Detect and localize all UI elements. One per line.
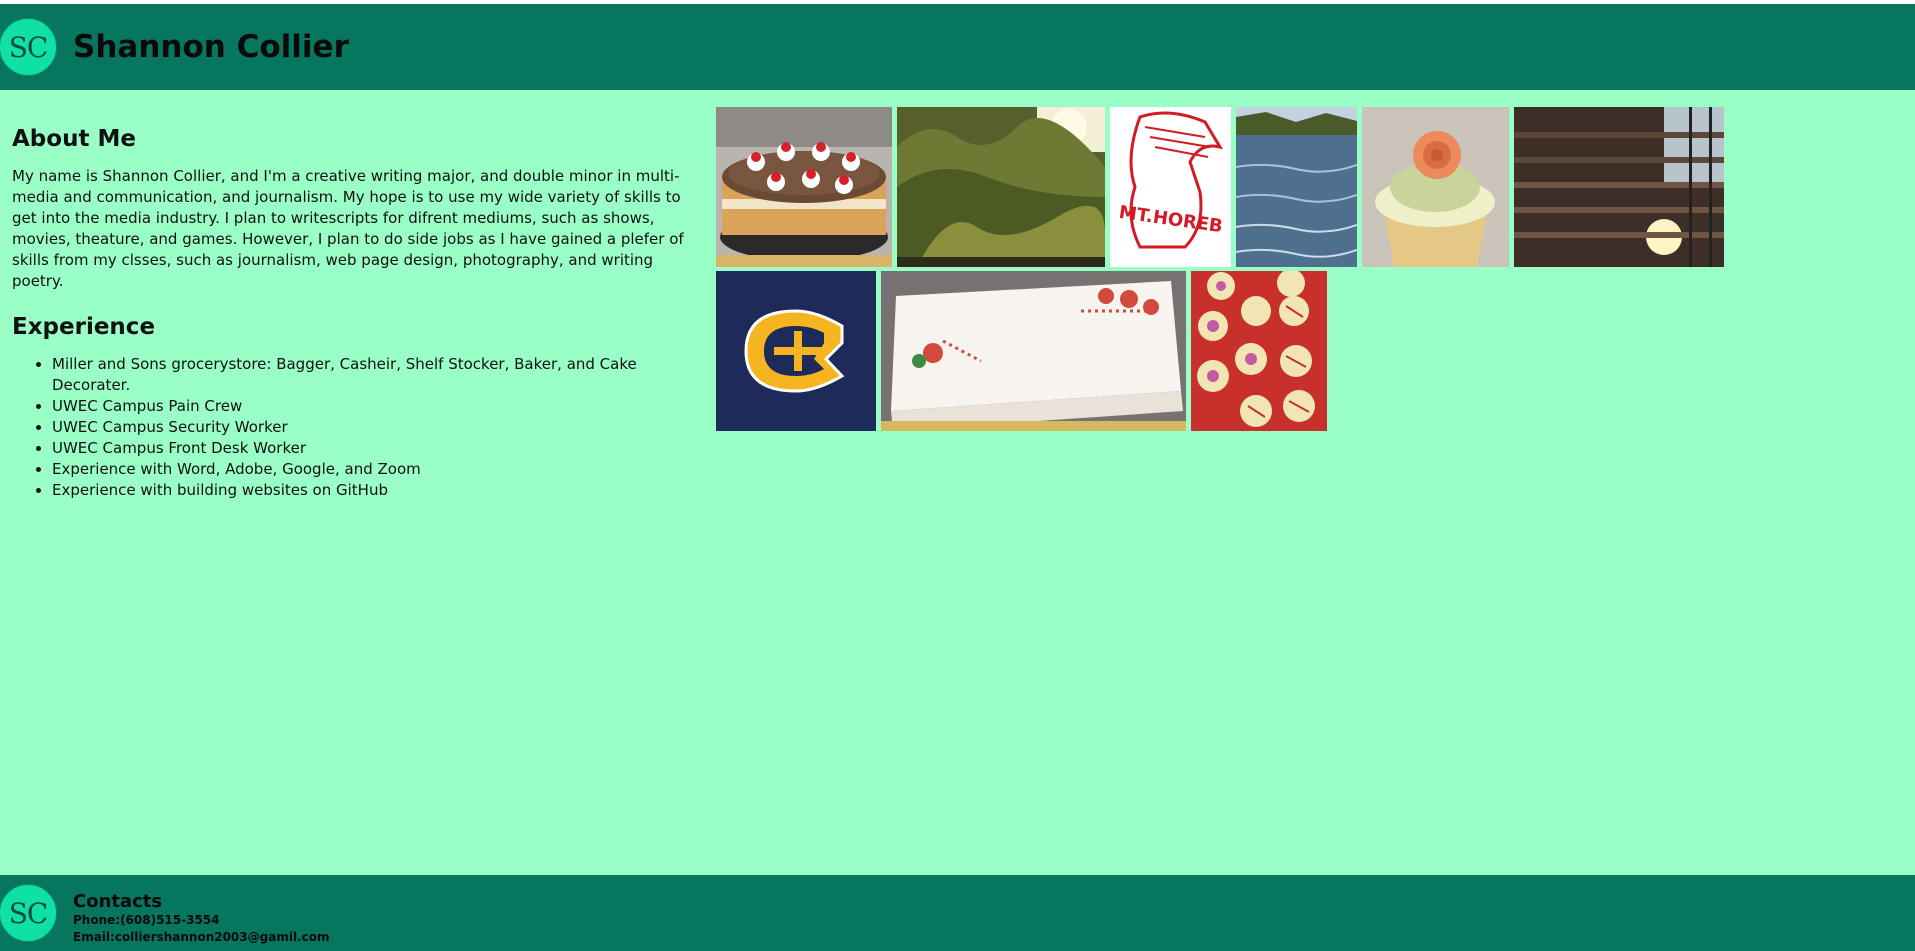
experience-item: Experience with Word, Adobe, Google, and… — [52, 459, 688, 480]
gallery-row — [716, 271, 1736, 431]
experience-list: Miller and Sons grocerystore: Bagger, Ca… — [12, 354, 688, 501]
experience-item: UWEC Campus Security Worker — [52, 417, 688, 438]
contacts-title: Contacts — [73, 891, 163, 912]
sunset-structure-photo[interactable] — [1514, 107, 1724, 267]
sheet-cake-photo[interactable] — [881, 271, 1186, 431]
gallery-row: MT.HOREB — [716, 107, 1736, 267]
contact-block: Contacts Phone:(608)515-3554 Email:colli… — [73, 892, 329, 946]
photo-gallery: MT.HOREB — [716, 107, 1736, 435]
footer-logo[interactable]: SC — [0, 884, 57, 942]
experience-item: UWEC Campus Front Desk Worker — [52, 438, 688, 459]
contact-email[interactable]: Email:colliershannon2003@gamil.com — [73, 929, 329, 946]
site-title: Shannon Collier — [73, 29, 349, 65]
experience-item: Experience with building websites on Git… — [52, 480, 688, 501]
cake-photo[interactable] — [716, 107, 892, 267]
mt-horeb-logo[interactable]: MT.HOREB — [1110, 107, 1231, 267]
about-text: My name is Shannon Collier, and I'm a cr… — [12, 167, 684, 290]
experience-heading: Experience — [12, 314, 156, 340]
about-heading: About Me — [12, 126, 136, 152]
header-logo[interactable]: SC — [0, 18, 57, 76]
site-footer: SC Contacts Phone:(608)515-3554 Email:co… — [0, 875, 1915, 951]
experience-item: Miller and Sons grocerystore: Bagger, Ca… — [52, 354, 688, 396]
site-header: SC Shannon Collier — [0, 4, 1915, 90]
uwec-logo[interactable] — [716, 271, 876, 431]
bio-section: About Me My name is Shannon Collier, and… — [12, 126, 688, 501]
cupcake-photo[interactable] — [1362, 107, 1509, 267]
river-photo[interactable] — [1236, 107, 1357, 267]
experience-item: UWEC Campus Pain Crew — [52, 396, 688, 417]
contact-phone[interactable]: Phone:(608)515-3554 — [73, 912, 329, 929]
cookies-photo[interactable] — [1191, 271, 1327, 431]
page: SC Shannon Collier About Me My name is S… — [0, 4, 1915, 951]
shrub-photo[interactable] — [897, 107, 1105, 267]
